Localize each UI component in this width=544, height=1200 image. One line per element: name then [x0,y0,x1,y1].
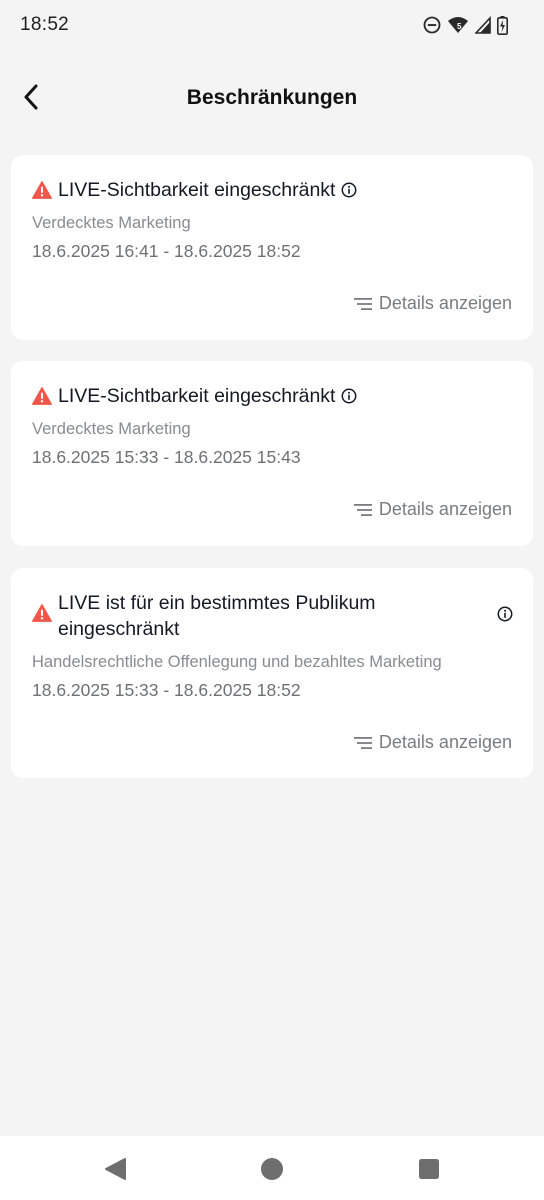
restriction-title: LIVE-Sichtbarkeit eingeschränkt [58,179,336,201]
warning-icon [32,181,52,199]
system-recents-button[interactable] [416,1156,442,1182]
system-nav-bar [0,1136,544,1200]
restriction-card: LIVE ist für ein bestimmtes Publikum ein… [11,568,533,778]
filter-list-icon [353,503,372,516]
wifi-icon: 5 [447,16,469,34]
restriction-title-row: LIVE ist für ein bestimmtes Publikum ein… [32,590,513,642]
details-label: Details anzeigen [378,732,512,752]
do-not-disturb-icon [423,16,441,34]
restriction-title-row: LIVE-Sichtbarkeit eingeschränkt [32,383,513,409]
page-title: Beschränkungen [186,86,358,109]
header: Beschränkungen [0,70,544,128]
restriction-period: 18.6.2025 16:41 - 18.6.2025 18:52 [32,241,301,261]
status-icons: 5 [423,14,508,36]
system-home-button[interactable] [259,1156,285,1182]
status-bar: 18:52 5 [0,0,544,52]
restriction-reason: Verdecktes Marketing [32,420,191,438]
details-label: Details anzeigen [378,499,512,519]
battery-charging-icon [497,15,508,35]
recents-square-icon [419,1159,439,1179]
restriction-title: LIVE-Sichtbarkeit eingeschränkt [58,385,336,407]
status-time: 18:52 [20,14,70,35]
warning-icon [32,604,52,622]
details-label: Details anzeigen [378,293,512,313]
wifi-badge: 5 [457,22,462,31]
warning-icon [32,387,52,405]
restriction-card: LIVE-Sichtbarkeit eingeschränkt Verdeckt… [11,361,533,546]
restriction-period: 18.6.2025 15:33 - 18.6.2025 15:43 [32,447,301,467]
back-triangle-icon [105,1158,126,1180]
signal-icon [475,16,491,34]
info-icon[interactable] [341,388,357,404]
restriction-title: LIVE ist für ein bestimmtes Publikum ein… [58,592,376,640]
filter-list-icon [353,297,372,310]
restriction-reason: Handelsrechtliche Offenlegung und bezahl… [32,653,442,671]
info-icon[interactable] [497,606,513,622]
restriction-period: 18.6.2025 15:33 - 18.6.2025 18:52 [32,680,301,700]
details-button[interactable]: Details anzeigen [353,499,512,520]
restriction-card: LIVE-Sichtbarkeit eingeschränkt Verdeckt… [11,155,533,340]
info-icon[interactable] [341,182,357,198]
system-back-button[interactable] [102,1156,128,1182]
details-button[interactable]: Details anzeigen [353,732,512,753]
restriction-title-row: LIVE-Sichtbarkeit eingeschränkt [32,177,513,203]
restriction-reason: Verdecktes Marketing [32,214,191,232]
details-button[interactable]: Details anzeigen [353,293,512,314]
filter-list-icon [353,736,372,749]
home-circle-icon [261,1158,283,1180]
